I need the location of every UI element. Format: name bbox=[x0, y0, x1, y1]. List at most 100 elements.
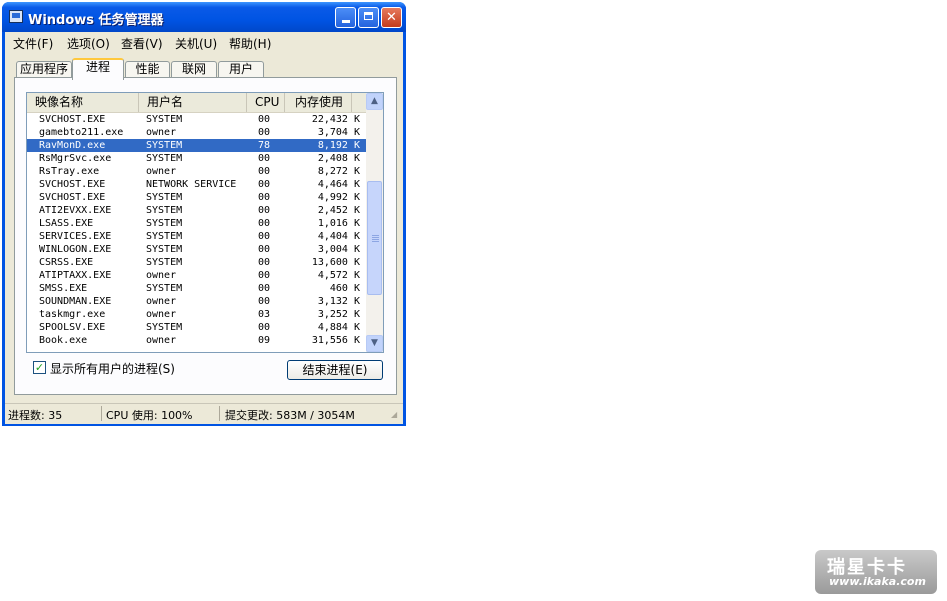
process-name: gamebto211.exe bbox=[39, 127, 124, 138]
process-cpu: 00 bbox=[258, 322, 271, 333]
process-name: SVCHOST.EXE bbox=[39, 192, 106, 203]
process-name: WINLOGON.EXE bbox=[39, 244, 112, 255]
table-row[interactable]: CSRSS.EXE SYSTEM 00 13,600 K bbox=[27, 256, 366, 269]
maximize-button[interactable] bbox=[358, 7, 379, 28]
menu-file[interactable]: 文件(F) bbox=[13, 35, 53, 52]
vertical-scrollbar[interactable]: ▲ ▼ bbox=[366, 93, 383, 352]
table-row[interactable]: taskmgr.exe owner 03 3,252 K bbox=[27, 308, 366, 321]
process-name: Book.exe bbox=[39, 335, 88, 346]
process-user: SYSTEM bbox=[146, 114, 183, 125]
status-divider bbox=[219, 406, 220, 421]
close-button[interactable]: ✕ bbox=[381, 7, 402, 28]
table-row[interactable]: SERVICES.EXE SYSTEM 00 4,404 K bbox=[27, 230, 366, 243]
table-row[interactable]: RavMonD.exe SYSTEM 78 8,192 K bbox=[27, 139, 366, 152]
process-cpu: 00 bbox=[258, 153, 271, 164]
status-process-count: 进程数: 35 bbox=[8, 409, 63, 422]
process-cpu: 00 bbox=[258, 114, 271, 125]
process-memory: 8,192 K bbox=[317, 140, 360, 151]
process-user: SYSTEM bbox=[146, 153, 183, 164]
table-row[interactable]: ATI2EVXX.EXE SYSTEM 00 2,452 K bbox=[27, 204, 366, 217]
process-memory: 3,704 K bbox=[317, 127, 360, 138]
process-memory: 4,464 K bbox=[317, 179, 360, 190]
process-user: owner bbox=[146, 270, 177, 281]
table-row[interactable]: SMSS.EXE SYSTEM 00 460 K bbox=[27, 282, 366, 295]
process-cpu: 78 bbox=[258, 140, 271, 151]
process-name: SVCHOST.EXE bbox=[39, 179, 106, 190]
tab-networking[interactable]: 联网 bbox=[171, 61, 217, 78]
menu-shutdown[interactable]: 关机(U) bbox=[175, 35, 217, 52]
resize-grip-icon[interactable]: ◢ bbox=[391, 410, 397, 419]
table-row[interactable]: RsTray.exe owner 00 8,272 K bbox=[27, 165, 366, 178]
process-user: SYSTEM bbox=[146, 257, 183, 268]
process-memory: 3,004 K bbox=[317, 244, 360, 255]
process-memory: 4,884 K bbox=[317, 322, 360, 333]
maximize-icon bbox=[364, 12, 373, 20]
title-bar[interactable]: Windows 任务管理器 ✕ bbox=[2, 2, 406, 32]
process-user: NETWORK SERVICE bbox=[146, 179, 237, 190]
task-manager-icon bbox=[9, 10, 23, 23]
table-row[interactable]: Book.exe owner 09 31,556 K bbox=[27, 334, 366, 347]
table-row[interactable]: LSASS.EXE SYSTEM 00 1,016 K bbox=[27, 217, 366, 230]
process-cpu: 00 bbox=[258, 127, 271, 138]
process-name: SERVICES.EXE bbox=[39, 231, 112, 242]
process-name: RavMonD.exe bbox=[39, 140, 106, 151]
end-process-button[interactable]: 结束进程(E) bbox=[287, 360, 383, 380]
process-cpu: 00 bbox=[258, 296, 271, 307]
process-list[interactable]: 映像名称 用户名 CPU 内存使用 SVCHOST.EXE SYSTEM 00 22,… bbox=[26, 92, 384, 353]
show-all-users-label[interactable]: 显示所有用户的进程(S) bbox=[50, 360, 175, 377]
table-row[interactable]: ATIPTAXX.EXE owner 00 4,572 K bbox=[27, 269, 366, 282]
process-name: SOUNDMAN.EXE bbox=[39, 296, 112, 307]
process-cpu: 00 bbox=[258, 205, 271, 216]
scroll-up-button[interactable]: ▲ bbox=[366, 93, 383, 110]
process-name: LSASS.EXE bbox=[39, 218, 94, 229]
scroll-down-button[interactable]: ▼ bbox=[366, 335, 383, 352]
column-cpu[interactable]: CPU bbox=[247, 93, 285, 112]
menu-help[interactable]: 帮助(H) bbox=[229, 35, 271, 52]
process-name: SMSS.EXE bbox=[39, 283, 88, 294]
process-name: CSRSS.EXE bbox=[39, 257, 94, 268]
tab-performance[interactable]: 性能 bbox=[125, 61, 170, 78]
process-cpu: 00 bbox=[258, 283, 271, 294]
watermark-logo: 瑞星卡卡 www.ikaka.com bbox=[815, 550, 937, 594]
minimize-button[interactable] bbox=[335, 7, 356, 28]
process-memory: 4,404 K bbox=[317, 231, 360, 242]
table-row[interactable]: SVCHOST.EXE SYSTEM 00 22,432 K bbox=[27, 113, 366, 126]
menu-options[interactable]: 选项(O) bbox=[67, 35, 110, 52]
menu-view[interactable]: 查看(V) bbox=[121, 35, 163, 52]
table-row[interactable]: SOUNDMAN.EXE owner 00 3,132 K bbox=[27, 295, 366, 308]
process-user: SYSTEM bbox=[146, 231, 183, 242]
process-user: owner bbox=[146, 127, 177, 138]
table-row[interactable]: WINLOGON.EXE SYSTEM 00 3,004 K bbox=[27, 243, 366, 256]
column-image-name[interactable]: 映像名称 bbox=[27, 93, 139, 112]
process-user: SYSTEM bbox=[146, 140, 183, 151]
process-name: SVCHOST.EXE bbox=[39, 114, 106, 125]
process-cpu: 00 bbox=[258, 231, 271, 242]
tab-processes[interactable]: 进程 bbox=[72, 58, 124, 80]
process-cpu: 00 bbox=[258, 179, 271, 190]
process-user: owner bbox=[146, 335, 177, 346]
table-row[interactable]: SPOOLSV.EXE SYSTEM 00 4,884 K bbox=[27, 321, 366, 334]
process-cpu: 09 bbox=[258, 335, 271, 346]
table-row[interactable]: gamebto211.exe owner 00 3,704 K bbox=[27, 126, 366, 139]
list-header: 映像名称 用户名 CPU 内存使用 bbox=[27, 93, 366, 113]
table-row[interactable]: SVCHOST.EXE NETWORK SERVICE 00 4,464 K bbox=[27, 178, 366, 191]
process-name: taskmgr.exe bbox=[39, 309, 106, 320]
tab-users[interactable]: 用户 bbox=[218, 61, 264, 78]
process-user: SYSTEM bbox=[146, 192, 183, 203]
table-row[interactable]: RsMgrSvc.exe SYSTEM 00 2,408 K bbox=[27, 152, 366, 165]
process-cpu: 03 bbox=[258, 309, 271, 320]
process-memory: 22,432 K bbox=[311, 114, 360, 125]
process-cpu: 00 bbox=[258, 192, 271, 203]
show-all-users-checkbox[interactable]: ✓ bbox=[33, 361, 46, 374]
process-cpu: 00 bbox=[258, 166, 271, 177]
column-memory[interactable]: 内存使用 bbox=[285, 93, 352, 112]
status-cpu-usage: CPU 使用: 100% bbox=[106, 409, 193, 422]
process-user: SYSTEM bbox=[146, 218, 183, 229]
scroll-thumb[interactable] bbox=[367, 181, 382, 295]
table-row[interactable]: SVCHOST.EXE SYSTEM 00 4,992 K bbox=[27, 191, 366, 204]
process-user: SYSTEM bbox=[146, 322, 183, 333]
menu-bar: 文件(F) 选项(O) 查看(V) 关机(U) 帮助(H) bbox=[5, 32, 403, 51]
process-memory: 3,132 K bbox=[317, 296, 360, 307]
tab-applications[interactable]: 应用程序 bbox=[16, 61, 72, 78]
column-user-name[interactable]: 用户名 bbox=[139, 93, 247, 112]
